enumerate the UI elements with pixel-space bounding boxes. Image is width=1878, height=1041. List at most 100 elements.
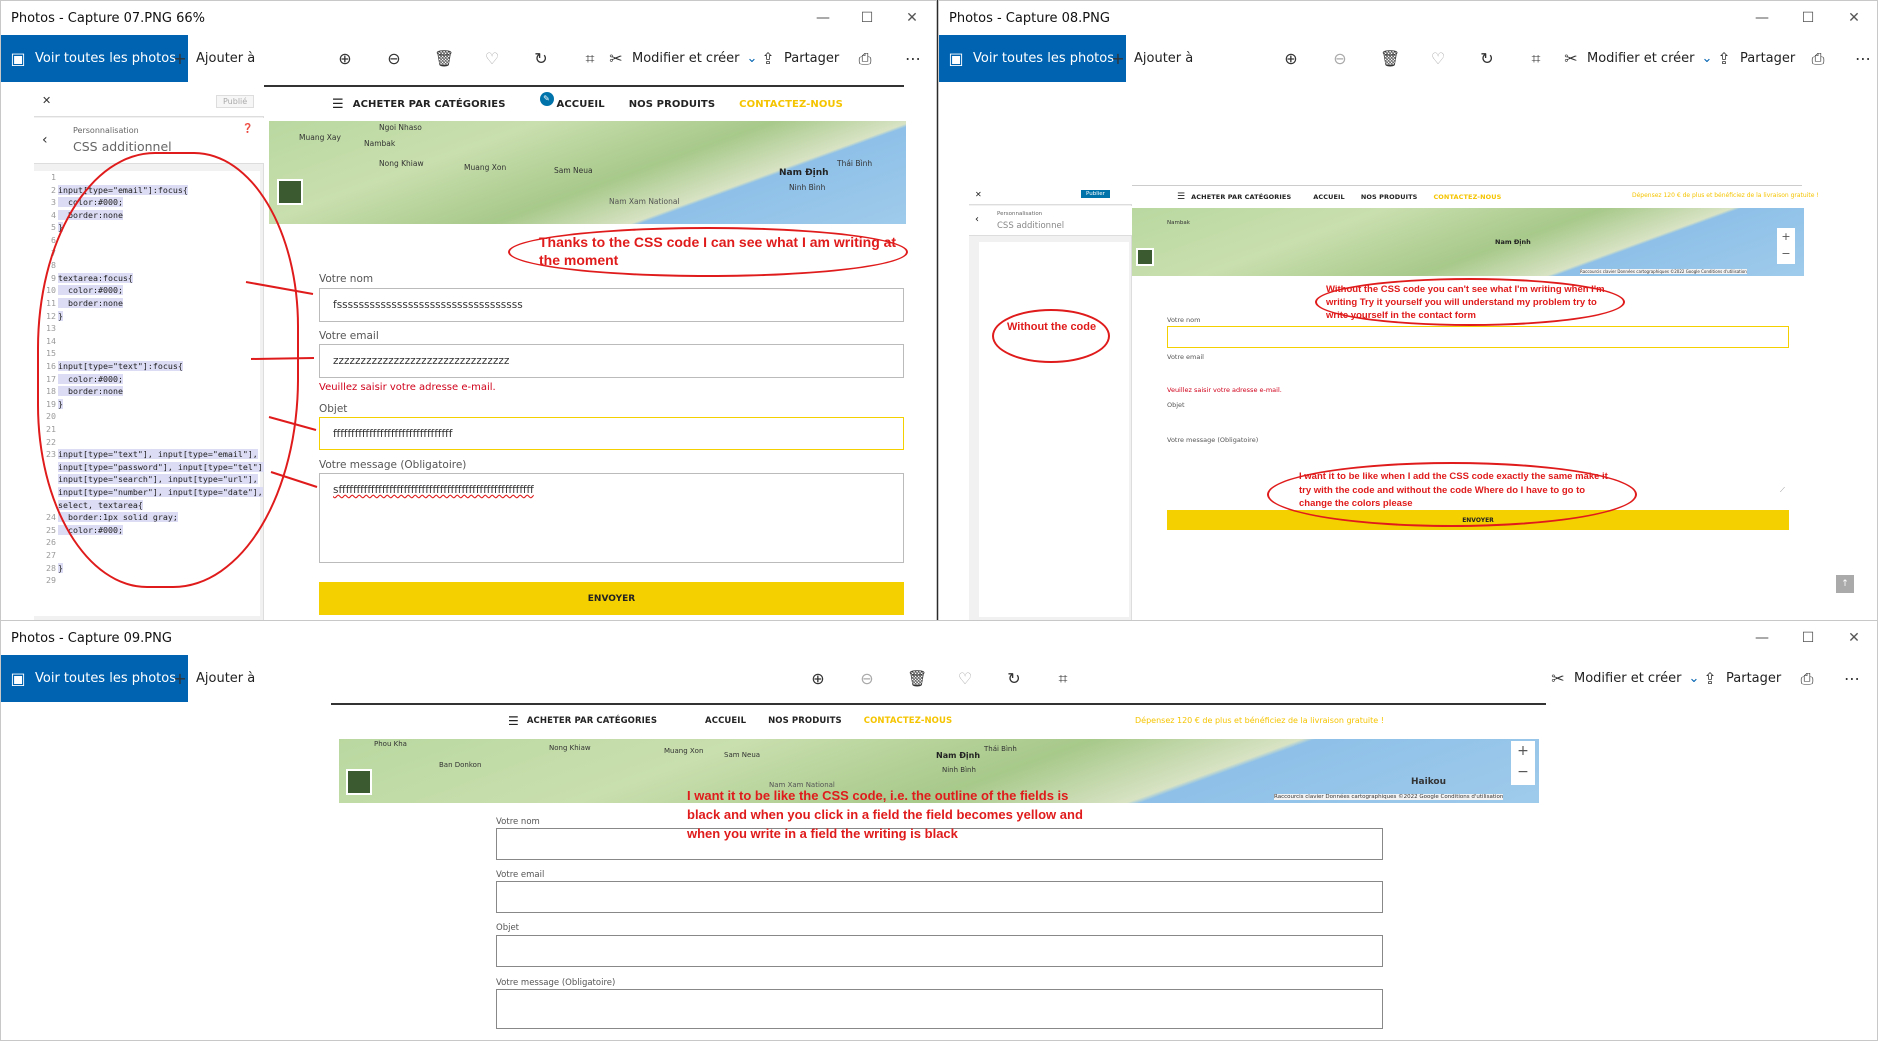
more-button[interactable]: ⋯ bbox=[904, 35, 922, 82]
map-place: Nam Định bbox=[936, 751, 981, 760]
see-all-photos-button[interactable]: ▣ Voir toutes les photos bbox=[1, 655, 189, 702]
more-button[interactable]: ⋯ bbox=[1843, 655, 1861, 702]
menu-icon[interactable]: ☰ bbox=[508, 714, 519, 728]
map-place: Muang Xon bbox=[664, 747, 704, 755]
favorite-button[interactable]: ♡ bbox=[1429, 35, 1447, 82]
heart-icon: ♡ bbox=[1430, 48, 1446, 68]
menu-icon[interactable]: ☰ bbox=[1177, 192, 1185, 202]
photos-icon: ▣ bbox=[10, 668, 26, 688]
photos-icon: ▣ bbox=[948, 48, 964, 68]
add-to-label: Ajouter à bbox=[196, 671, 256, 686]
zoom-in-icon: ⊕ bbox=[1284, 48, 1298, 68]
publish-button[interactable]: Publier bbox=[1081, 190, 1110, 198]
message-textarea[interactable] bbox=[496, 989, 1383, 1029]
zoom-out-button[interactable]: ⊖ bbox=[858, 655, 876, 702]
rotate-button[interactable]: ↻ bbox=[532, 35, 550, 82]
favorite-button[interactable]: ♡ bbox=[956, 655, 974, 702]
zoom-in-button[interactable]: ⊕ bbox=[809, 655, 827, 702]
see-all-photos-button[interactable]: ▣ Voir toutes les photos bbox=[939, 35, 1127, 82]
annotation-arrows bbox=[245, 281, 318, 488]
see-all-photos-button[interactable]: ▣ Voir toutes les photos bbox=[1, 35, 189, 82]
delete-button[interactable]: 🗑 bbox=[434, 35, 454, 82]
minimize-icon[interactable]: — bbox=[800, 1, 846, 35]
nav-contact[interactable]: CONTACTEZ-NOUS bbox=[864, 716, 952, 726]
edit-icon: ✂ bbox=[1551, 668, 1565, 688]
annotation-bubble-2 bbox=[992, 309, 1110, 363]
print-button[interactable]: ⎙ bbox=[856, 35, 874, 82]
back-icon[interactable]: ‹ bbox=[975, 214, 979, 225]
site-nav: ☰ ACHETER PAR CATÉGORIES ACCUEIL NOS PRO… bbox=[508, 713, 952, 729]
crop-button[interactable]: ⌗ bbox=[1527, 35, 1545, 82]
trash-icon: 🗑 bbox=[1380, 48, 1401, 68]
email-input[interactable] bbox=[496, 881, 1383, 913]
nav-home[interactable]: ACCUEIL bbox=[705, 716, 746, 726]
zoom-control[interactable]: + − bbox=[1777, 228, 1795, 264]
minimize-icon[interactable]: — bbox=[1739, 621, 1785, 655]
rotate-button[interactable]: ↻ bbox=[1005, 655, 1023, 702]
css-code-editor-empty[interactable] bbox=[979, 242, 1129, 617]
nav-contact[interactable]: CONTACTEZ-NOUS bbox=[1433, 193, 1501, 201]
zoom-in-button[interactable]: ⊕ bbox=[336, 35, 354, 82]
plus-icon: + bbox=[1111, 48, 1125, 68]
promo-text: Dépensez 120 € de plus et bénéficiez de … bbox=[1632, 192, 1819, 199]
more-icon: ⋯ bbox=[1844, 668, 1860, 688]
photo-view: ☰ ACHETER PAR CATÉGORIES ACCUEIL NOS PRO… bbox=[1, 702, 1877, 1040]
zoom-control[interactable]: + − bbox=[1511, 741, 1535, 785]
close-icon[interactable]: ✕ bbox=[889, 1, 935, 35]
street-view-thumbnail[interactable] bbox=[1136, 248, 1154, 266]
close-customizer-icon[interactable]: ✕ bbox=[975, 190, 982, 199]
photos-toolbar: ▣ Voir toutes les photos + Ajouter à ⊕ ⊖ 🗑… bbox=[1, 35, 936, 82]
nav-categories[interactable]: ACHETER PAR CATÉGORIES bbox=[1191, 193, 1291, 201]
zoom-out-icon: ⊖ bbox=[860, 668, 874, 688]
close-icon[interactable]: ✕ bbox=[1831, 1, 1877, 35]
nav-categories[interactable]: ACHETER PAR CATÉGORIES bbox=[527, 716, 657, 726]
minimize-icon[interactable]: — bbox=[1739, 1, 1785, 35]
map-place: Nambak bbox=[1167, 220, 1190, 226]
edit-create-button[interactable]: ✂ Modifier et créer ⌄ bbox=[1562, 35, 1712, 82]
share-label: Partager bbox=[784, 51, 840, 66]
add-to-button[interactable]: + Ajouter à bbox=[171, 35, 255, 82]
nav-products[interactable]: NOS PRODUITS bbox=[768, 716, 842, 726]
name-input[interactable] bbox=[1167, 326, 1789, 348]
edit-create-button[interactable]: ✂ Modifier et créer ⌄ bbox=[1549, 655, 1699, 702]
rotate-button[interactable]: ↻ bbox=[1478, 35, 1496, 82]
zoom-out-button[interactable]: ⊖ bbox=[1331, 35, 1349, 82]
print-button[interactable]: ⎙ bbox=[1798, 655, 1816, 702]
more-button[interactable]: ⋯ bbox=[1854, 35, 1872, 82]
photos-icon: ▣ bbox=[10, 48, 26, 68]
street-view-thumbnail[interactable] bbox=[346, 769, 372, 795]
photos-window-capture-09: Photos - Capture 09.PNG — ☐ ✕ ▣ Voir tout… bbox=[0, 620, 1878, 1041]
zoom-out-button[interactable]: ⊖ bbox=[385, 35, 403, 82]
favorite-button[interactable]: ♡ bbox=[483, 35, 501, 82]
print-button[interactable]: ⎙ bbox=[1809, 35, 1827, 82]
heart-icon: ♡ bbox=[957, 668, 973, 688]
share-icon: ⇪ bbox=[1717, 48, 1731, 68]
photos-window-capture-07: Photos - Capture 07.PNG 66% — ☐ ✕ ▣ Voir … bbox=[0, 0, 937, 621]
zoom-in-button[interactable]: ⊕ bbox=[1282, 35, 1300, 82]
edit-create-button[interactable]: ✂ Modifier et créer ⌄ bbox=[607, 35, 757, 82]
textarea-resize-handle[interactable]: ⟋ bbox=[1780, 486, 1785, 495]
maximize-icon[interactable]: ☐ bbox=[844, 1, 890, 35]
map-place: Ninh Bình bbox=[942, 766, 976, 774]
zoom-in-icon: ⊕ bbox=[811, 668, 825, 688]
nav-home[interactable]: ACCUEIL bbox=[1313, 193, 1345, 201]
add-to-button[interactable]: + Ajouter à bbox=[1109, 35, 1193, 82]
share-button[interactable]: ⇪ Partager bbox=[1701, 655, 1781, 702]
share-button[interactable]: ⇪ Partager bbox=[759, 35, 839, 82]
maximize-icon[interactable]: ☐ bbox=[1785, 1, 1831, 35]
crop-button[interactable]: ⌗ bbox=[581, 35, 599, 82]
crop-button[interactable]: ⌗ bbox=[1054, 655, 1072, 702]
scroll-top-button[interactable]: ↑ bbox=[1836, 575, 1854, 593]
maximize-icon[interactable]: ☐ bbox=[1785, 621, 1831, 655]
nav-products[interactable]: NOS PRODUITS bbox=[1361, 193, 1418, 201]
window-title: Photos - Capture 08.PNG bbox=[949, 10, 1110, 26]
add-to-button[interactable]: + Ajouter à bbox=[171, 655, 255, 702]
google-map[interactable]: Nambak Nam Định + − Raccourcis clavier Do… bbox=[1132, 208, 1804, 276]
subject-input[interactable] bbox=[496, 935, 1383, 967]
delete-button[interactable]: 🗑 bbox=[907, 655, 927, 702]
close-icon[interactable]: ✕ bbox=[1831, 621, 1877, 655]
delete-button[interactable]: 🗑 bbox=[1380, 35, 1401, 82]
edit-create-label: Modifier et créer bbox=[1574, 671, 1682, 686]
plus-icon: + bbox=[173, 48, 187, 68]
share-button[interactable]: ⇪ Partager bbox=[1715, 35, 1795, 82]
